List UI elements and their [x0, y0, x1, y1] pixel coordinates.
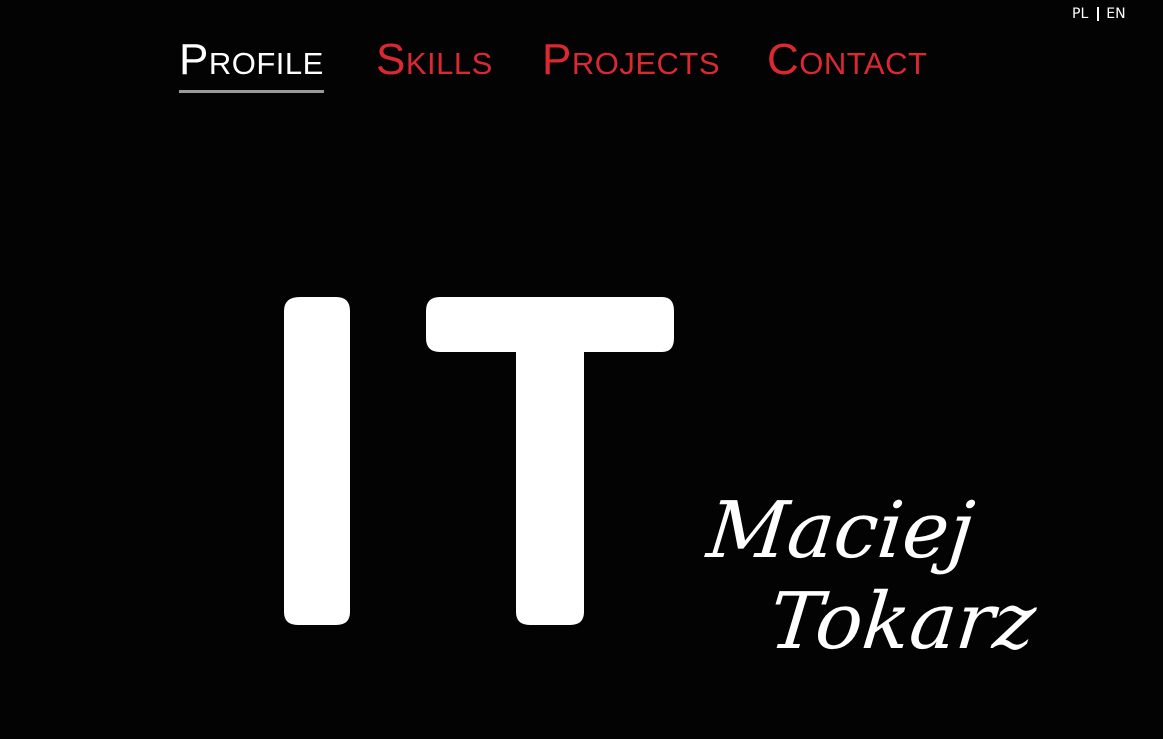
nav-item-contact[interactable]: Contact — [767, 34, 927, 86]
nav-item-projects[interactable]: Projects — [542, 34, 720, 86]
language-en-link[interactable]: EN — [1106, 6, 1125, 22]
main-navigation: Profile Skills Projects Contact — [0, 34, 1163, 94]
logo-letter-t-bar — [426, 297, 674, 352]
language-separator — [1097, 7, 1100, 21]
language-pl-link[interactable]: PL — [1072, 6, 1088, 22]
nav-item-profile[interactable]: Profile — [179, 34, 324, 93]
nav-item-skills[interactable]: Skills — [376, 34, 493, 86]
signature-first-name: Maciej — [703, 486, 979, 576]
logo-letter-t-stem — [516, 340, 584, 625]
signature-last-name: Tokarz — [765, 577, 1040, 667]
logo-letter-i — [284, 297, 350, 625]
language-switcher: PL EN — [1072, 6, 1126, 22]
